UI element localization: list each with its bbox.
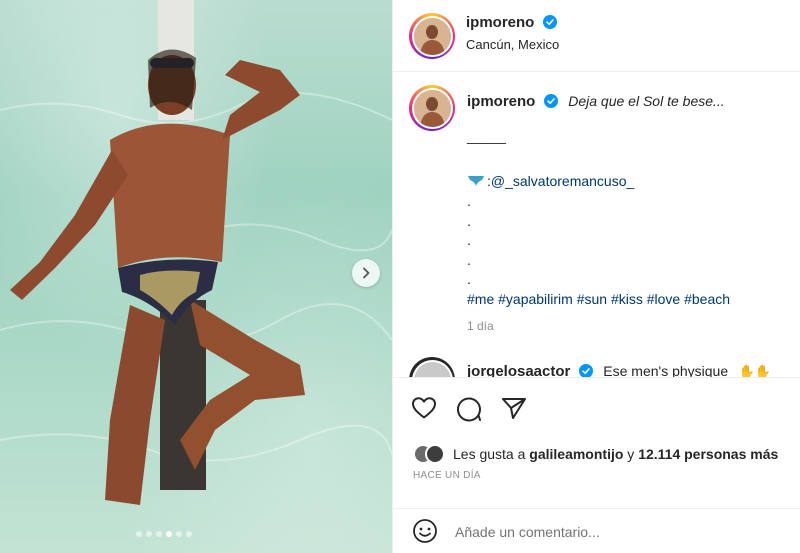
carousel-dot (146, 531, 152, 537)
smiley-icon (413, 519, 437, 543)
carousel-dots (136, 531, 192, 537)
caption-dot: . (467, 193, 471, 209)
comment-row: jorgelosaactor Ese men's physique ✋✋ (467, 363, 771, 377)
share-button[interactable] (501, 396, 527, 425)
post-actions: Les gusta a galileamontijo y 12.114 pers… (393, 377, 800, 508)
chevron-right-icon (363, 267, 370, 279)
avatar-image (413, 89, 451, 127)
carousel-dot-active (166, 531, 172, 537)
carousel-dot (156, 531, 162, 537)
author-avatar[interactable] (409, 13, 455, 59)
verified-badge-icon (542, 15, 557, 29)
next-image-button[interactable] (352, 259, 380, 287)
liker-avatars[interactable] (413, 444, 445, 464)
verified-badge-icon (578, 364, 593, 377)
caption-separator: _____ (467, 128, 506, 144)
post-location[interactable]: Cancún, Mexico (466, 37, 559, 52)
caption-dot: . (467, 252, 471, 268)
author-username[interactable]: ipmoreno (466, 14, 534, 31)
liker-username[interactable]: galileamontijo (529, 446, 623, 462)
paper-plane-icon (502, 398, 526, 419)
avatar-image (413, 361, 451, 377)
avatar-image (413, 17, 451, 55)
likes-count[interactable]: 12.114 personas más (638, 446, 778, 462)
carousel-dot (136, 531, 142, 537)
swimwear-icon (468, 176, 484, 186)
caption-dot: . (467, 213, 471, 229)
carousel-dot (186, 531, 192, 537)
caption-dot: . (467, 271, 471, 287)
caption-hashtags[interactable]: #me #yapabilirim #sun #kiss #love #beach (467, 291, 730, 307)
verified-badge-icon (543, 94, 558, 108)
likes-conjunction: y (627, 446, 635, 462)
liker-avatar (425, 444, 445, 464)
comment-icon (457, 397, 481, 422)
caption-text: Deja que el Sol te bese... (568, 93, 725, 109)
heart-icon (412, 397, 436, 419)
caption-time[interactable]: 1 día (467, 319, 494, 333)
caption-avatar[interactable] (409, 85, 455, 131)
add-comment-bar (393, 508, 800, 553)
caption-username[interactable]: ipmoreno (467, 93, 535, 110)
comment-text: Ese men's physique (603, 363, 729, 377)
post-header: ipmoreno Cancún, Mexico (393, 0, 800, 72)
emoji-button[interactable] (412, 518, 438, 549)
caption-mention-line: : @_salvatoremancuso_ (467, 173, 634, 189)
commenter-avatar[interactable] (409, 357, 455, 377)
like-button[interactable] (411, 396, 437, 425)
comments-section: ipmoreno Deja que el Sol te bese... ____… (393, 72, 800, 377)
likes-prefix: Les gusta a (453, 446, 526, 462)
caption-dot: . (467, 232, 471, 248)
post-details: ipmoreno Cancún, Mexico ipmoreno Deja qu… (392, 0, 800, 553)
flex-emoji-icon: ✋✋ (738, 364, 771, 377)
photo-scene (0, 0, 392, 505)
caption-header: ipmoreno Deja que el Sol te bese... (467, 93, 725, 111)
comment-input[interactable] (455, 517, 785, 547)
post-timestamp[interactable]: HACE UN DÍA (413, 470, 481, 481)
likes-summary: Les gusta a galileamontijo y 12.114 pers… (413, 444, 778, 464)
mention-link[interactable]: @_salvatoremancuso_ (491, 173, 634, 189)
post-photo[interactable] (0, 0, 392, 553)
commenter-username[interactable]: jorgelosaactor (467, 363, 570, 377)
comment-button[interactable] (456, 396, 482, 427)
carousel-dot (176, 531, 182, 537)
